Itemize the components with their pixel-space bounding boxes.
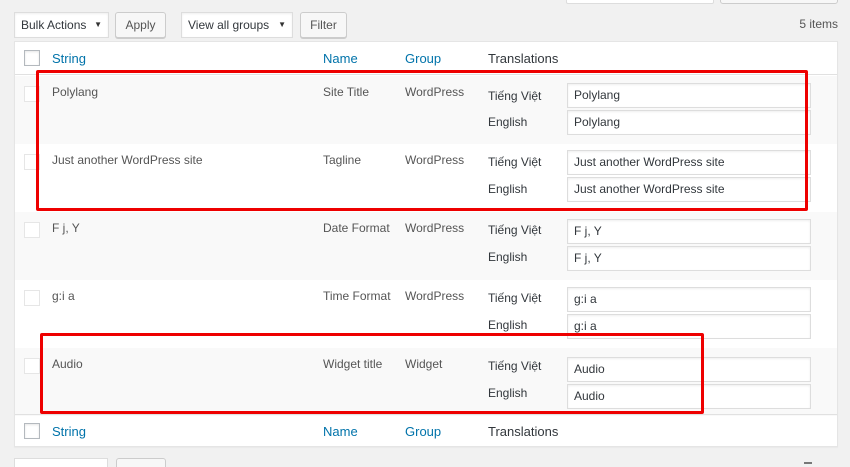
bulk-actions-select[interactable]: Bulk Actions ▼ — [14, 12, 109, 38]
column-translations: Translations — [488, 424, 559, 439]
row-group: WordPress — [405, 221, 465, 235]
column-name-sort[interactable]: Name — [323, 51, 358, 66]
apply-button[interactable]: Apply — [115, 12, 166, 38]
bulk-actions-select[interactable] — [14, 458, 108, 467]
items-count: 5 items — [799, 17, 838, 31]
language-label: English — [488, 318, 528, 332]
row-checkbox[interactable] — [24, 358, 40, 374]
pagination-icon — [804, 462, 812, 464]
chevron-down-icon: ▼ — [278, 20, 286, 29]
language-label: English — [488, 250, 528, 264]
column-group-sort[interactable]: Group — [405, 51, 441, 66]
row-checkbox[interactable] — [24, 290, 40, 306]
language-label: Tiếng Việt — [488, 223, 542, 237]
bulk-actions-label: Bulk Actions — [21, 18, 87, 32]
column-string-sort[interactable]: String — [52, 51, 86, 66]
column-group-sort[interactable]: Group — [405, 424, 441, 439]
highlight-box — [36, 70, 808, 211]
row-name: Time Format — [323, 289, 391, 303]
select-all-checkbox[interactable] — [24, 50, 40, 66]
select-all-checkbox[interactable] — [24, 423, 40, 439]
groups-filter-label: View all groups — [188, 18, 270, 32]
groups-filter-select[interactable]: View all groups ▼ — [181, 12, 293, 38]
search-button[interactable] — [720, 0, 838, 4]
row-group: WordPress — [405, 289, 465, 303]
table-footer: String Name Group Translations — [15, 414, 837, 447]
filter-button[interactable]: Filter — [300, 12, 347, 38]
column-translations: Translations — [488, 51, 559, 66]
table-row: F j, Y Date Format WordPress Tiếng Việt … — [15, 212, 837, 280]
tablenav-top: Bulk Actions ▼ Apply View all groups ▼ F… — [14, 12, 838, 38]
row-string: F j, Y — [52, 221, 80, 235]
row-name: Date Format — [323, 221, 390, 235]
language-label: Tiếng Việt — [488, 291, 542, 305]
translation-input[interactable]: g:i a — [567, 287, 811, 312]
column-string-sort[interactable]: String — [52, 424, 86, 439]
column-name-sort[interactable]: Name — [323, 424, 358, 439]
translation-input[interactable]: F j, Y — [567, 246, 811, 271]
apply-button[interactable] — [116, 458, 166, 467]
highlight-box — [40, 333, 704, 414]
tablenav-bottom — [14, 458, 838, 467]
row-checkbox[interactable] — [24, 222, 40, 238]
row-string: g:i a — [52, 289, 75, 303]
search-input[interactable] — [566, 0, 714, 4]
chevron-down-icon: ▼ — [94, 20, 102, 29]
translation-input[interactable]: F j, Y — [567, 219, 811, 244]
